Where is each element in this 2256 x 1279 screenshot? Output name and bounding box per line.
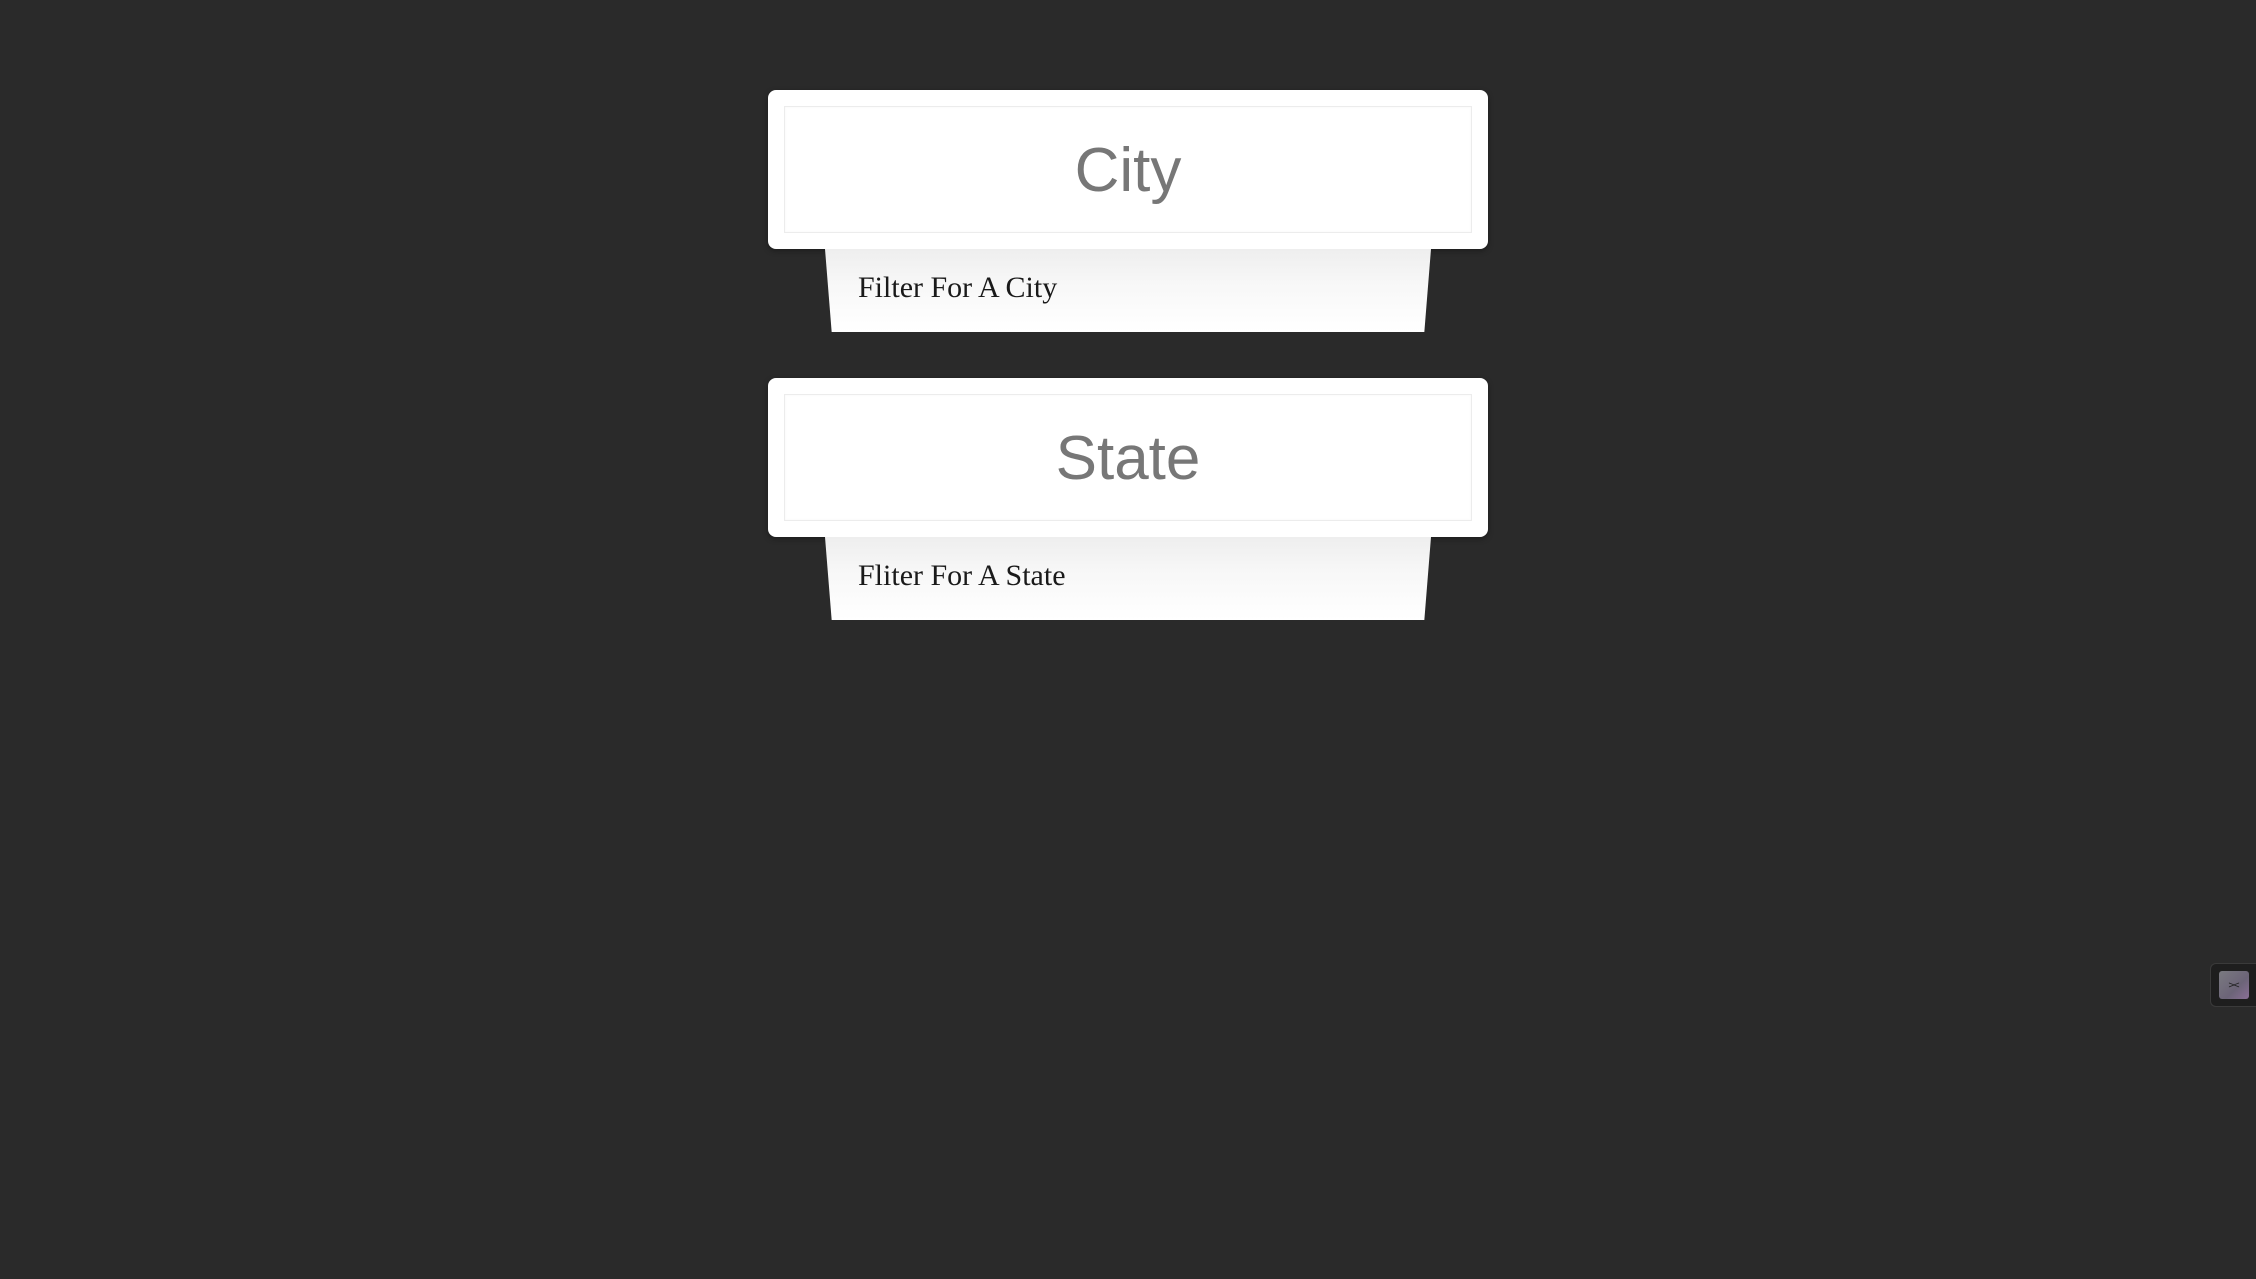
devtools-face-icon: >< xyxy=(2218,971,2249,999)
city-card-header: City xyxy=(784,106,1472,233)
state-filter-label: Fliter For A State xyxy=(858,558,1066,592)
city-title: City xyxy=(1074,135,1182,205)
city-card: City xyxy=(768,90,1488,249)
devtools-toggle-button[interactable]: >< xyxy=(2210,963,2256,1007)
state-card: State xyxy=(768,378,1488,537)
city-filter-label: Filter For A City xyxy=(858,270,1058,304)
devtools-face-glyph: >< xyxy=(2228,979,2239,991)
state-card-header: State xyxy=(784,394,1472,521)
city-filter-tab[interactable]: Filter For A City xyxy=(825,249,1431,332)
page: City Filter For A City State Fliter For … xyxy=(0,0,2256,1279)
state-title: State xyxy=(1055,423,1201,493)
state-filter-tab[interactable]: Fliter For A State xyxy=(825,537,1431,620)
